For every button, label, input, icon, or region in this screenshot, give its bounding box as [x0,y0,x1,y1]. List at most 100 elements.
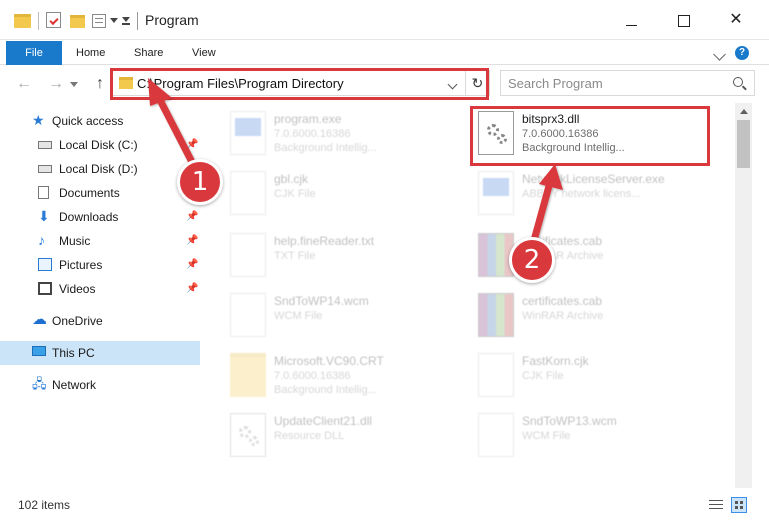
sidebar-item-label: Quick access [52,114,124,128]
file-item[interactable]: SndToWP14.wcm WCM File [222,287,462,343]
search-placeholder[interactable]: Search Program [508,76,603,91]
disk-icon [38,165,52,173]
item-count: 102 items [18,498,71,512]
file-item[interactable]: certificates.cab WinRAR Archive [470,287,710,343]
sidebar-item-videos[interactable]: Videos 📌 [0,277,200,301]
file-name: Microsoft.VC90.CRT [274,354,384,368]
computer-icon [32,346,46,356]
pin-icon[interactable]: 📌 [186,139,198,150]
music-icon: ♪ [38,232,45,248]
maximize-button[interactable] [660,0,706,40]
recent-locations-icon[interactable] [70,82,78,87]
sidebar-item-label: Network [52,378,97,392]
file-item[interactable]: certificates.cab WinRAR Archive [470,227,710,283]
back-arrow-icon[interactable]: ← [14,74,34,94]
sidebar-item-documents[interactable]: Documents [0,181,200,205]
close-button[interactable]: ✕ [713,0,759,40]
pictures-icon [38,258,52,271]
tab-home[interactable]: Home [66,41,115,65]
properties-icon[interactable] [46,12,61,28]
file-detail: 7.0.6000.16386 [274,370,351,382]
scrollbar-thumb[interactable] [737,120,750,168]
pin-icon[interactable]: 📌 [186,283,198,294]
file-detail: CJK File [522,370,564,382]
gear-icon [239,426,251,438]
ribbon-tabs: File Home Share View ? [0,41,769,65]
sidebar-item-label: OneDrive [52,314,103,328]
file-item[interactable]: SndToWP13.wcm WCM File [470,407,710,463]
file-detail: CJK File [274,188,316,200]
file-detail: Background Intellig... [274,384,377,396]
file-name: gbl.cjk [274,172,309,186]
callout-badge: 1 [177,159,223,205]
window-title: Program [145,12,199,28]
file-icon [230,171,266,215]
vertical-scrollbar[interactable] [735,103,752,488]
forward-arrow-icon[interactable]: → [46,74,66,94]
file-detail: WinRAR Archive [522,310,604,322]
file-name: NetworkLicenseServer.exe [522,172,665,186]
up-arrow-icon[interactable]: ↑ [90,74,110,94]
file-item[interactable]: program.exe 7.0.6000.16386 Background In… [222,105,462,161]
file-item[interactable]: gbl.cjk CJK File [222,165,462,221]
scroll-up-icon[interactable] [740,109,748,114]
winrar-icon [478,293,514,337]
tab-share[interactable]: Share [124,41,173,65]
gear-icon [249,436,259,446]
address-bar-highlight [110,68,489,100]
file-detail: Background Intellig... [274,142,377,154]
status-bar: 102 items [0,490,769,528]
file-detail: Resource DLL [274,430,345,442]
sidebar-item-label: Downloads [59,210,119,224]
title-divider [137,12,138,30]
file-icon [478,413,514,457]
pin-icon[interactable]: 📌 [186,211,198,222]
sidebar-item-local-disk-c[interactable]: Local Disk (C:) 📌 [0,133,200,157]
pin-icon[interactable]: 📌 [186,235,198,246]
file-item[interactable]: Microsoft.VC90.CRT 7.0.6000.16386 Backgr… [222,347,462,403]
help-icon[interactable]: ? [735,46,749,60]
sidebar-item-music[interactable]: ♪ Music 📌 [0,229,200,253]
sidebar-item-label: Local Disk (C:) [59,138,138,152]
search-icon[interactable] [733,77,743,87]
chevron-down-icon[interactable] [110,18,118,23]
minimize-button[interactable] [609,0,655,40]
sidebar-item-downloads[interactable]: ⬇ Downloads 📌 [0,205,200,229]
sidebar-item-this-pc[interactable]: This PC [0,341,200,365]
folder-icon [14,14,31,28]
file-detail: 7.0.6000.16386 [274,128,351,140]
callout-badge: 2 [509,237,555,283]
file-name: certificates.cab [522,294,603,308]
details-view-icon[interactable] [709,499,723,511]
tab-file[interactable]: File [6,41,62,65]
sidebar-item-onedrive[interactable]: ☁ OneDrive [0,309,200,333]
expand-ribbon-icon[interactable] [713,47,726,61]
videos-icon [38,282,52,295]
file-icon [230,293,266,337]
star-icon: ★ [32,112,45,128]
cloud-icon: ☁ [32,311,47,328]
sidebar-item-network[interactable]: 🖧 Network [0,373,200,397]
application-icon [230,111,266,155]
pin-icon[interactable]: 📌 [186,259,198,270]
folder-icon [230,353,266,397]
new-folder-icon[interactable] [70,15,85,28]
view-options-icon[interactable] [92,14,106,28]
tab-view[interactable]: View [182,41,226,65]
dll-gear-icon [230,413,266,457]
sidebar-item-local-disk-d[interactable]: Local Disk (D:) [0,157,200,181]
file-item[interactable]: help.fineReader.txt TXT File [222,227,462,283]
customize-toolbar-icon[interactable] [122,17,130,25]
file-item[interactable]: FastKorn.cjk CJK File [470,347,710,403]
sidebar-item-pictures[interactable]: Pictures 📌 [0,253,200,277]
sidebar-item-label: Local Disk (D:) [59,162,138,176]
sidebar-item-quick-access[interactable]: ★ Quick access [0,109,200,133]
network-icon: 🖧 [32,376,47,391]
search-input[interactable]: Search Program [500,70,755,96]
file-item[interactable]: NetworkLicenseServer.exe ABBYY network l… [470,165,710,221]
file-detail: WCM File [274,310,323,322]
large-icons-view-icon[interactable] [731,497,747,513]
file-item[interactable]: UpdateClient21.dll Resource DLL [222,407,462,463]
file-detail: WCM File [522,430,571,442]
sidebar-item-label: Pictures [59,258,103,272]
